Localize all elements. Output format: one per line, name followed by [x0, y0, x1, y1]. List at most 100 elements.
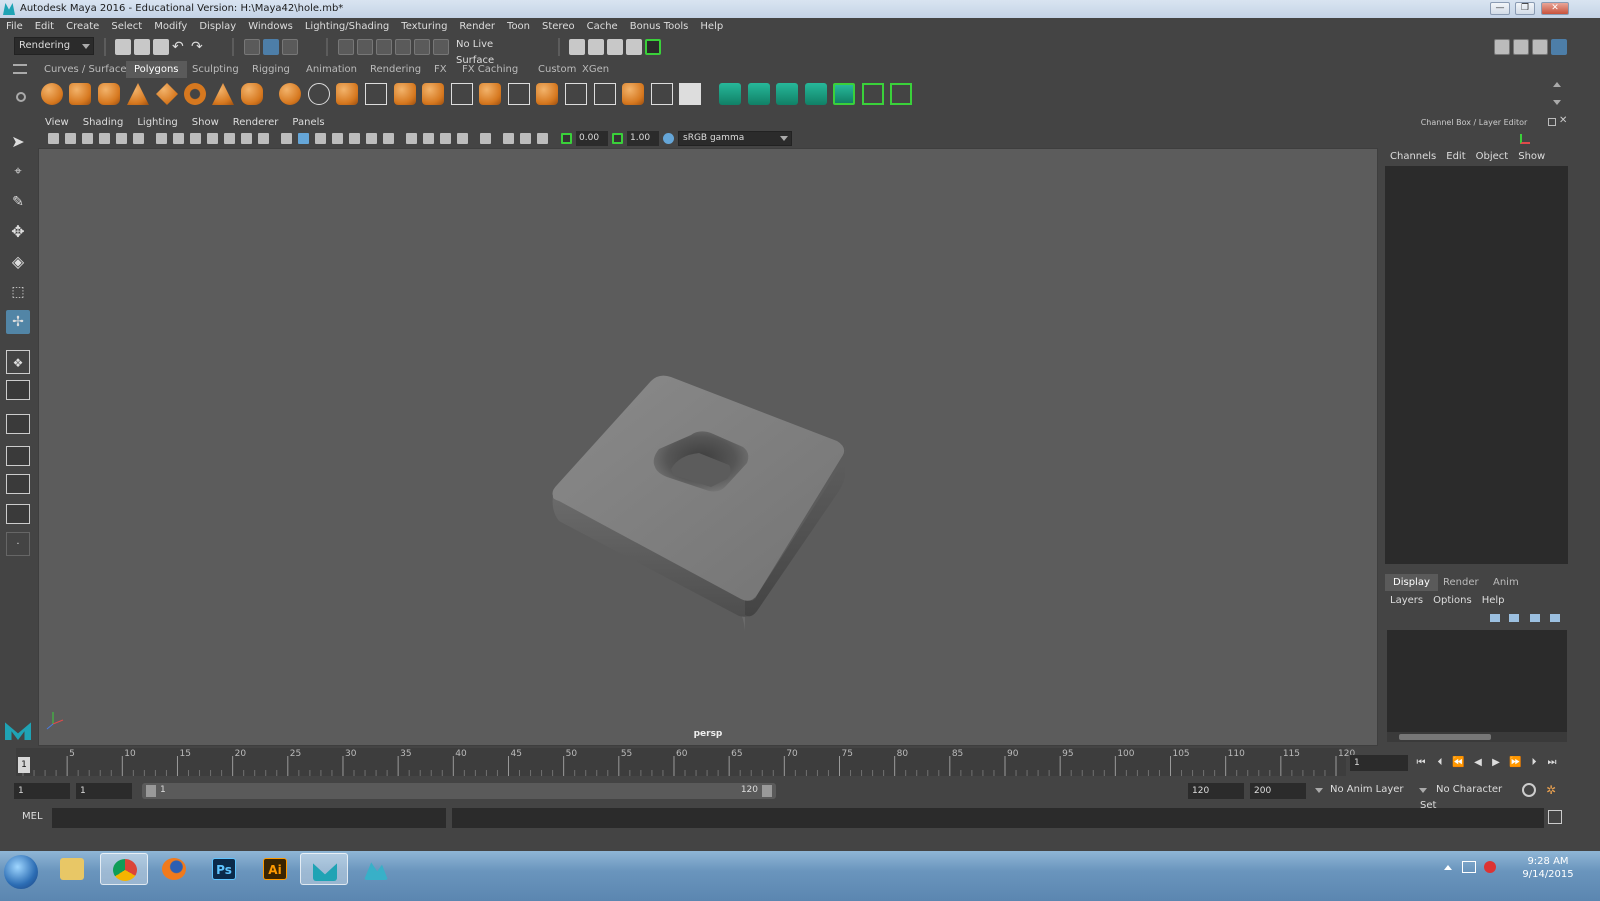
textured-icon[interactable]: [349, 133, 360, 144]
panel-menu-show[interactable]: Show: [185, 116, 226, 130]
color-management-icon[interactable]: [663, 133, 674, 144]
menu-create[interactable]: Create: [60, 18, 105, 35]
character-set-dropdown[interactable]: No Character Set: [1416, 782, 1520, 811]
network-icon[interactable]: [1462, 861, 1476, 873]
extract-icon[interactable]: [422, 83, 444, 105]
film-gate-icon[interactable]: [173, 133, 184, 144]
menu-cache[interactable]: Cache: [581, 18, 624, 35]
grid-icon[interactable]: [156, 133, 167, 144]
new-scene-icon[interactable]: [115, 39, 131, 55]
start-frame-field[interactable]: 1: [14, 783, 70, 799]
shelf-tab-xgen[interactable]: XGen: [574, 61, 617, 78]
screen-space-ao-icon[interactable]: [406, 133, 417, 144]
uv-cut-sew-icon[interactable]: [890, 83, 912, 105]
float-panel-icon[interactable]: [1548, 118, 1556, 126]
checker-uv-icon[interactable]: [862, 83, 884, 105]
playback-start-field[interactable]: 1: [76, 783, 132, 799]
menu-texturing[interactable]: Texturing: [395, 18, 453, 35]
modeling-toolkit-icon[interactable]: [1494, 39, 1510, 55]
depth-of-field-icon[interactable]: [457, 133, 468, 144]
gamma-field[interactable]: 1.00: [627, 131, 659, 146]
wireframe-icon[interactable]: [281, 133, 292, 144]
redo-icon[interactable]: ↷: [191, 39, 207, 55]
smooth-icon[interactable]: [365, 83, 387, 105]
command-language-label[interactable]: MEL: [22, 811, 43, 822]
field-chart-icon[interactable]: [224, 133, 235, 144]
uv-editor-icon[interactable]: [833, 83, 855, 105]
menu-lighting-shading[interactable]: Lighting/Shading: [299, 18, 395, 35]
select-by-component-icon[interactable]: [282, 39, 298, 55]
append-to-polygon-icon[interactable]: [622, 83, 644, 105]
render-view-icon[interactable]: [569, 39, 585, 55]
safe-action-icon[interactable]: [241, 133, 252, 144]
layer-menu-help[interactable]: Help: [1477, 594, 1510, 608]
rotate-tool-icon[interactable]: ◈: [6, 250, 30, 274]
gate-mask-icon[interactable]: [207, 133, 218, 144]
xray-icon[interactable]: [503, 133, 514, 144]
persp-outliner-layout-icon[interactable]: [6, 414, 30, 434]
select-tool-icon[interactable]: ➤: [6, 130, 30, 154]
anim-layer-dropdown[interactable]: No Anim Layer: [1312, 782, 1430, 800]
taskbar-chrome[interactable]: [100, 853, 148, 885]
menu-bonus-tools[interactable]: Bonus Tools: [624, 18, 695, 35]
taskbar-clock[interactable]: 9:28 AM 9/14/2015: [1508, 855, 1588, 881]
range-end-handle[interactable]: [762, 785, 772, 797]
spherical-mapping-icon[interactable]: [776, 83, 798, 105]
insert-edge-loop-icon[interactable]: [594, 83, 616, 105]
panel-menu-renderer[interactable]: Renderer: [226, 116, 286, 130]
panel-menu-panels[interactable]: Panels: [285, 116, 331, 130]
shelf-tab-curves-surfaces[interactable]: Curves / Surfaces: [36, 61, 140, 78]
panel-menu-shading[interactable]: Shading: [76, 116, 131, 130]
snap-to-curve-icon[interactable]: [357, 39, 373, 55]
show-hidden-icons-button[interactable]: [1444, 865, 1452, 870]
step-back-key-icon[interactable]: ⏪: [1452, 757, 1464, 769]
ipr-render-icon[interactable]: [607, 39, 623, 55]
safe-title-icon[interactable]: [258, 133, 269, 144]
close-panel-icon[interactable]: ✕: [1559, 115, 1567, 126]
view-transform-dropdown[interactable]: sRGB gamma: [678, 131, 792, 146]
isolate-select-icon[interactable]: [480, 133, 491, 144]
bridge-icon[interactable]: [508, 83, 530, 105]
channel-box-area[interactable]: [1385, 166, 1568, 564]
new-layer-from-selected-icon[interactable]: [1550, 614, 1560, 622]
smooth-shade-icon[interactable]: [298, 133, 309, 144]
make-live-icon[interactable]: [414, 39, 430, 55]
motion-blur-icon[interactable]: [423, 133, 434, 144]
range-slider[interactable]: 1 120: [142, 783, 776, 799]
menuset-dropdown[interactable]: Rendering: [14, 37, 94, 55]
panel-menu-lighting[interactable]: Lighting: [130, 116, 184, 130]
snap-to-grid-icon[interactable]: [338, 39, 354, 55]
minimize-button[interactable]: —: [1490, 2, 1510, 15]
camera-attributes-icon[interactable]: [65, 133, 76, 144]
snap-to-surface-icon[interactable]: [433, 39, 449, 55]
shadows-icon[interactable]: [383, 133, 394, 144]
menu-stereo[interactable]: Stereo: [536, 18, 581, 35]
bookmark-icon[interactable]: [82, 133, 93, 144]
taskbar-illustrator[interactable]: Ai: [251, 853, 299, 885]
channel-box-toggle-icon[interactable]: [1551, 39, 1567, 55]
menu-windows[interactable]: Windows: [242, 18, 299, 35]
shelf-settings-gear-icon[interactable]: [16, 92, 26, 102]
single-perspective-layout-icon[interactable]: ❖: [6, 350, 30, 374]
bevel-icon[interactable]: [536, 83, 558, 105]
taskbar-mudbox[interactable]: [352, 853, 400, 885]
wireframe-on-shaded-icon[interactable]: [332, 133, 343, 144]
poly-pipe-icon[interactable]: [241, 83, 263, 105]
poly-cube-icon[interactable]: [69, 83, 91, 105]
snap-to-point-icon[interactable]: [376, 39, 392, 55]
xray-components-icon[interactable]: [537, 133, 548, 144]
multi-cut-icon[interactable]: [451, 83, 473, 105]
menu-edit[interactable]: Edit: [29, 18, 60, 35]
shelf-tab-polygons[interactable]: Polygons: [126, 61, 187, 78]
end-frame-field[interactable]: 200: [1250, 783, 1306, 799]
menu-help[interactable]: Help: [694, 18, 729, 35]
play-backwards-icon[interactable]: ◀: [1472, 757, 1484, 769]
restore-button[interactable]: ❐: [1515, 2, 1535, 15]
play-forwards-icon[interactable]: ▶: [1490, 757, 1502, 769]
gamma-toggle-icon[interactable]: [612, 133, 623, 144]
layer-menu-layers[interactable]: Layers: [1385, 594, 1428, 608]
hole-mesh[interactable]: [552, 375, 846, 631]
grease-pencil-icon[interactable]: [133, 133, 144, 144]
playback-end-field[interactable]: 120: [1188, 783, 1244, 799]
save-scene-icon[interactable]: [153, 39, 169, 55]
